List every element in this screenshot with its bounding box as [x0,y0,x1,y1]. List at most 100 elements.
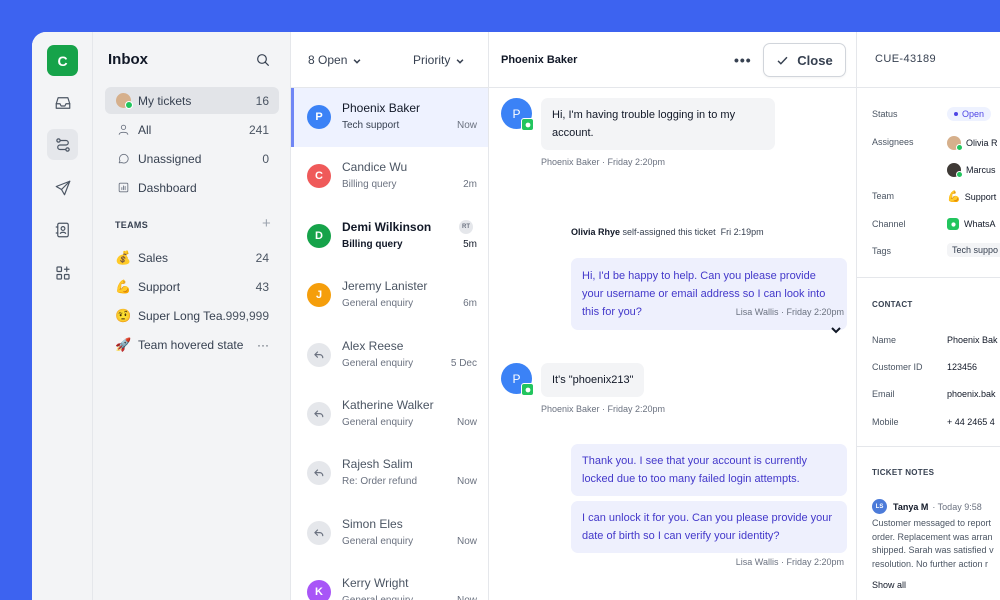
team-label: Team [872,191,895,201]
ticket-time: 5 Dec [450,357,477,369]
ticket-row[interactable]: D Demi Wilkinson Billing query 5m RT [291,207,488,266]
ticket-row[interactable]: Katherine Walker General enquiry Now [291,385,488,444]
email-value[interactable]: phoenix.bak [947,389,996,399]
ticket-time: 6m [463,298,477,310]
chart-icon [115,180,131,196]
sidebar-item-all[interactable]: All 241 [105,116,279,143]
status-filter-dropdown[interactable]: 8 Open [308,53,362,67]
ticket-time: Now [456,417,477,428]
ticket-subject: General enquiry [342,298,414,310]
channel-name: WhatsA [964,219,996,229]
reply-icon [307,342,331,367]
ticket-id: CUE-43189 [875,53,937,65]
contacts-icon[interactable] [47,214,78,245]
sidebar-item-my-tickets[interactable]: My tickets 16 [105,87,279,114]
raised-eyebrow-icon: 🤨 [115,307,132,323]
sidebar-item-unassigned[interactable]: Unassigned 0 [105,145,279,172]
ticket-name: Kerry Wright [342,576,409,591]
sidebar-item-label: Dashboard [138,180,197,195]
user-avatar-icon [115,93,133,109]
note-header: LS Tanya M · Today 9:58 [872,499,982,514]
ticket-time: Now [457,595,477,600]
sidebar-item-dashboard[interactable]: Dashboard [105,174,279,201]
sort-label: Priority [413,53,451,67]
sidebar-item-count: 16 [255,93,269,108]
add-team-icon[interactable]: + [262,215,271,232]
sidebar-item-team-long[interactable]: 🤨 Super Long Tea... 999,999 [105,302,279,329]
team-count: 999,999 [225,308,269,323]
customer-id-label: Customer ID [872,362,923,372]
note-line: resolution. No further action r [872,558,989,569]
message-bubble-outgoing: Hi, I'd be happy to help. Can you please… [571,258,847,330]
note-author: Tanya M [893,501,929,512]
rocket-icon: 🚀 [115,336,132,352]
system-time: Fri 2:19pm [720,227,764,237]
ticket-row[interactable]: K Kerry Wright General enquiry Now [291,563,488,600]
check-icon [777,56,788,65]
scroll-down-chevron-icon[interactable] [830,323,842,335]
ticket-row[interactable]: J Jeremy Lanister General enquiry 6m [291,266,488,325]
sidebar-title: Inbox [108,51,148,68]
ticket-row[interactable]: Alex Reese General enquiry 5 Dec [291,326,488,385]
ticket-avatar: C [307,164,331,189]
assignee-2[interactable]: Marcus [947,163,996,178]
ticket-list-header: 8 Open Priority [291,32,488,88]
ticket-row[interactable]: C Candice Wu Billing query 2m [291,147,488,206]
sidebar-item-team-sales[interactable]: 💰 Sales 24 [105,244,279,271]
ticket-subject: General enquiry [342,535,414,547]
note-line: order. Replacement was arran [872,531,993,542]
status-value[interactable]: Open [947,107,992,121]
tickets-icon[interactable] [47,129,78,160]
reply-icon [307,461,331,486]
tags-value[interactable]: Tech suppo [947,243,1000,257]
message-bubble-incoming: It's "phoenix213" [541,363,645,397]
assignees-label: Assignees [872,137,914,147]
close-button-label: Close [797,52,833,68]
ticket-row[interactable]: Rajesh Salim Re: Order refund Now [291,444,488,503]
sidebar-item-count: 0 [262,151,269,166]
tags-label: Tags [872,246,892,256]
team-more-icon[interactable]: ··· [257,338,269,352]
avatar [947,163,963,178]
more-options-icon[interactable]: ••• [734,52,752,68]
customer-id-value: 123456 [947,362,978,372]
team-value[interactable]: 💪 Support [947,190,996,203]
team-count: 43 [255,279,269,294]
chevron-down-icon [352,55,362,65]
mobile-value[interactable]: + 44 2465 4 [947,417,995,427]
apps-icon[interactable] [47,257,78,288]
system-action: self-assigned this ticket [622,227,716,237]
app-window: C Inbox My tickets 16 All 241 Unassigned… [32,32,1000,600]
avatar [947,136,963,151]
ticket-name: Phoenix Baker [342,101,421,115]
close-ticket-button[interactable]: Close [763,43,846,77]
sort-dropdown[interactable]: Priority [413,53,465,67]
money-bag-icon: 💰 [115,249,132,265]
send-icon[interactable] [47,172,78,203]
mobile-label: Mobile [872,417,899,427]
sidebar-item-label: Unassigned [138,151,202,166]
conversation-header: Phoenix Baker ••• Close [489,32,856,88]
ticket-row[interactable]: P Phoenix Baker Tech support Now [291,88,488,147]
ticket-row[interactable]: Simon Eles General enquiry Now [291,504,488,563]
contact-name-value: Phoenix Bak [947,335,998,345]
sidebar-item-team-support[interactable]: 💪 Support 43 [105,273,279,300]
assignee-1[interactable]: Olivia R [947,136,998,151]
message-bubble-outgoing: Thank you. I see that your account is cu… [571,444,847,496]
details-header: CUE-43189 [857,32,1000,88]
ticket-name: Demi Wilkinson [342,219,432,234]
inbox-icon[interactable] [47,87,78,118]
workspace-avatar[interactable]: C [47,45,78,76]
team-label: Team hovered state [138,337,244,352]
channel-value[interactable]: WhatsA [947,218,996,230]
message-meta: Phoenix Baker · Friday 2:20pm [541,404,666,414]
chat-icon [115,151,131,167]
search-icon[interactable] [255,52,271,68]
status-dot-icon [954,112,958,116]
note-author-avatar: LS [872,499,887,514]
show-all-notes-link[interactable]: Show all [872,580,906,590]
message-meta: Lisa Wallis · Friday 2:20pm [735,307,844,317]
note-line: Customer messaged to report [872,518,992,528]
note-text: Customer messaged to report order. Repla… [872,517,1000,571]
sidebar-item-team-hovered[interactable]: 🚀 Team hovered state ··· [105,331,279,358]
